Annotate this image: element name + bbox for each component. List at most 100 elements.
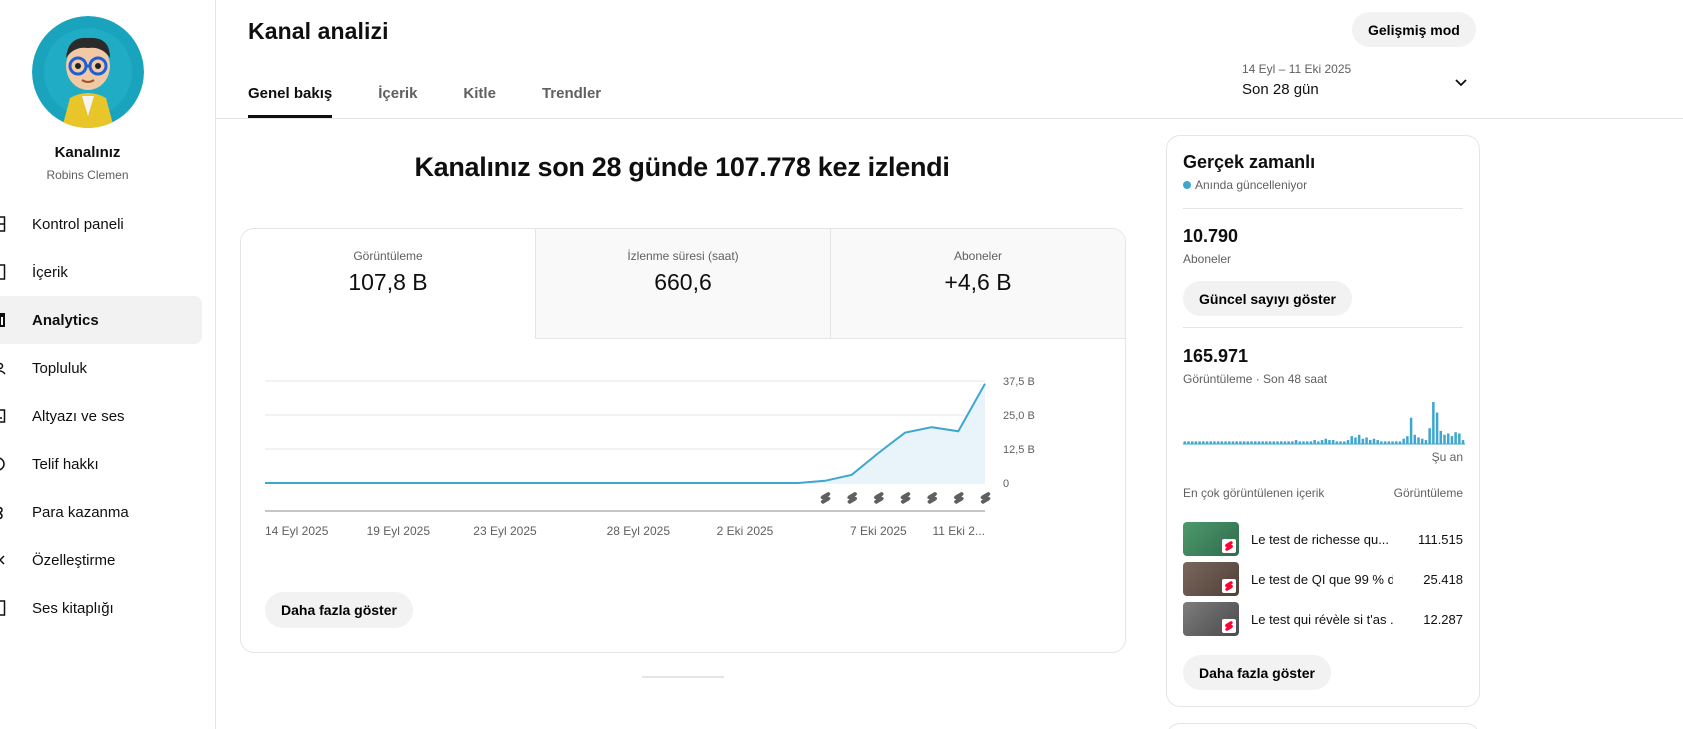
mini-chart-bar[interactable] (1361, 438, 1365, 444)
mini-chart-bar[interactable] (1291, 441, 1294, 445)
shorts-marker-icon[interactable] (980, 492, 991, 504)
mini-chart-bar[interactable] (1239, 441, 1242, 445)
shorts-marker-icon[interactable] (927, 492, 938, 504)
realtime-show-more-button[interactable]: Daha fazla göster (1183, 655, 1331, 690)
mini-chart-bar[interactable] (1439, 430, 1443, 445)
mini-chart-bar[interactable] (1369, 440, 1372, 444)
mini-chart-bar[interactable] (1406, 436, 1409, 445)
sidebar-item-customization[interactable]: Özelleştirme (0, 536, 202, 584)
top-content-item[interactable]: Le test qui révèle si t'as ... 12.287 (1183, 602, 1463, 636)
mini-chart-bar[interactable] (1391, 441, 1394, 445)
mini-chart-bar[interactable] (1187, 441, 1190, 445)
mini-chart-bar[interactable] (1376, 440, 1379, 444)
mini-chart-bar[interactable] (1354, 437, 1357, 444)
shorts-marker-icon[interactable] (953, 492, 964, 504)
mini-chart-bar[interactable] (1183, 441, 1187, 445)
mini-chart-bar[interactable] (1357, 434, 1361, 444)
mini-chart-bar[interactable] (1420, 438, 1424, 444)
mini-chart-bar[interactable] (1320, 440, 1324, 444)
tab-overview[interactable]: Genel bakış (248, 80, 333, 118)
mini-chart-bar[interactable] (1409, 417, 1413, 444)
mini-chart-bar[interactable] (1261, 441, 1264, 445)
top-content-item[interactable]: Le test de QI que 99 % d... 25.418 (1183, 562, 1463, 596)
metric-subscribers[interactable]: Aboneler +4,6 B (831, 229, 1125, 339)
mini-chart-bar[interactable] (1287, 441, 1290, 445)
sidebar-item-content[interactable]: İçerik (0, 248, 202, 296)
mini-chart-bar[interactable] (1194, 441, 1198, 445)
mini-chart-bar[interactable] (1428, 428, 1431, 444)
mini-chart-bar[interactable] (1265, 441, 1268, 445)
mini-chart-bar[interactable] (1224, 441, 1227, 445)
tab-audience[interactable]: Kitle (463, 80, 496, 118)
mini-chart-bar[interactable] (1450, 436, 1454, 445)
mini-chart-bar[interactable] (1446, 433, 1450, 445)
mini-chart-bar[interactable] (1335, 441, 1339, 445)
mini-chart-bar[interactable] (1257, 441, 1261, 445)
mini-chart-bar[interactable] (1346, 440, 1350, 444)
sidebar-item-subtitles[interactable]: Altyazı ve ses (0, 392, 202, 440)
sidebar-item-community[interactable]: Topluluk (0, 344, 202, 392)
mini-chart-bar[interactable] (1202, 441, 1205, 445)
mini-chart-bar[interactable] (1395, 441, 1398, 445)
top-content-item[interactable]: Le test de richesse qu... 111.515 (1183, 522, 1463, 556)
mini-chart-bar[interactable] (1387, 441, 1391, 445)
mini-chart-bar[interactable] (1209, 441, 1212, 445)
mini-chart-bar[interactable] (1454, 432, 1457, 444)
metric-watch-time[interactable]: İzlenme süresi (saat) 660,6 (536, 229, 831, 339)
shorts-marker-icon[interactable] (820, 492, 831, 504)
mini-chart-bar[interactable] (1339, 441, 1342, 445)
sidebar-item-analytics[interactable]: Analytics (0, 296, 202, 344)
mini-chart-bar[interactable] (1343, 441, 1346, 445)
mini-chart-bar[interactable] (1242, 441, 1246, 445)
mini-chart-bar[interactable] (1350, 436, 1353, 445)
mini-chart-bar[interactable] (1283, 441, 1287, 445)
mini-chart-bar[interactable] (1365, 437, 1368, 444)
mini-chart-bar[interactable] (1298, 441, 1302, 445)
advanced-mode-button[interactable]: Gelişmiş mod (1352, 12, 1476, 47)
mini-chart-bar[interactable] (1294, 440, 1298, 444)
mini-chart-bar[interactable] (1231, 441, 1235, 445)
mini-chart-bar[interactable] (1432, 402, 1435, 444)
mini-chart-bar[interactable] (1402, 438, 1405, 444)
shorts-marker-icon[interactable] (847, 492, 858, 504)
sidebar-item-monetization[interactable]: Para kazanma (0, 488, 202, 536)
show-more-button[interactable]: Daha fazla göster (265, 592, 413, 628)
mini-chart-bar[interactable] (1216, 441, 1220, 445)
mini-chart-bar[interactable] (1309, 441, 1313, 445)
mini-chart-bar[interactable] (1213, 441, 1216, 445)
mini-chart-bar[interactable] (1328, 440, 1331, 444)
sidebar-item-copyright[interactable]: Telif hakkı (0, 440, 202, 488)
mini-chart-bar[interactable] (1250, 441, 1253, 445)
mini-chart-bar[interactable] (1305, 441, 1309, 445)
mini-chart-bar[interactable] (1190, 441, 1194, 445)
mini-chart-bar[interactable] (1458, 433, 1461, 445)
mini-chart-bar[interactable] (1461, 440, 1465, 444)
mini-chart-bar[interactable] (1413, 434, 1417, 444)
views-line-chart[interactable]: 14 Eyl 2025 19 Eyl 2025 23 Eyl 2025 28 Eyl … (241, 339, 1126, 569)
mini-chart-bar[interactable] (1380, 441, 1383, 445)
mini-chart-bar[interactable] (1331, 440, 1335, 444)
mini-chart-bar[interactable] (1443, 434, 1446, 444)
tab-content[interactable]: İçerik (378, 80, 417, 118)
mini-chart-bar[interactable] (1317, 441, 1320, 445)
mini-chart-bar[interactable] (1276, 441, 1279, 445)
sidebar-item-audio-library[interactable]: Ses kitaplığı (0, 584, 202, 632)
mini-chart-bar[interactable] (1424, 440, 1428, 444)
metric-views[interactable]: Görüntüleme 107,8 B (241, 229, 536, 339)
mini-chart-bar[interactable] (1198, 441, 1201, 445)
realtime-bar-chart[interactable] (1183, 398, 1465, 448)
mini-chart-bar[interactable] (1372, 438, 1376, 444)
date-range-selector[interactable]: 14 Eyl – 11 Eki 2025 Son 28 gün (1242, 62, 1468, 104)
shorts-marker-icon[interactable] (900, 492, 911, 504)
sidebar-item-dashboard[interactable]: Kontrol paneli (0, 200, 202, 248)
mini-chart-bar[interactable] (1272, 441, 1276, 445)
mini-chart-bar[interactable] (1313, 440, 1316, 444)
mini-chart-bar[interactable] (1302, 441, 1305, 445)
mini-chart-bar[interactable] (1324, 438, 1328, 444)
tab-trends[interactable]: Trendler (542, 80, 601, 118)
mini-chart-bar[interactable] (1205, 441, 1209, 445)
mini-chart-bar[interactable] (1435, 412, 1439, 445)
show-current-count-button[interactable]: Güncel sayıyı göster (1183, 281, 1352, 316)
mini-chart-bar[interactable] (1417, 437, 1420, 444)
mini-chart-bar[interactable] (1398, 441, 1402, 445)
